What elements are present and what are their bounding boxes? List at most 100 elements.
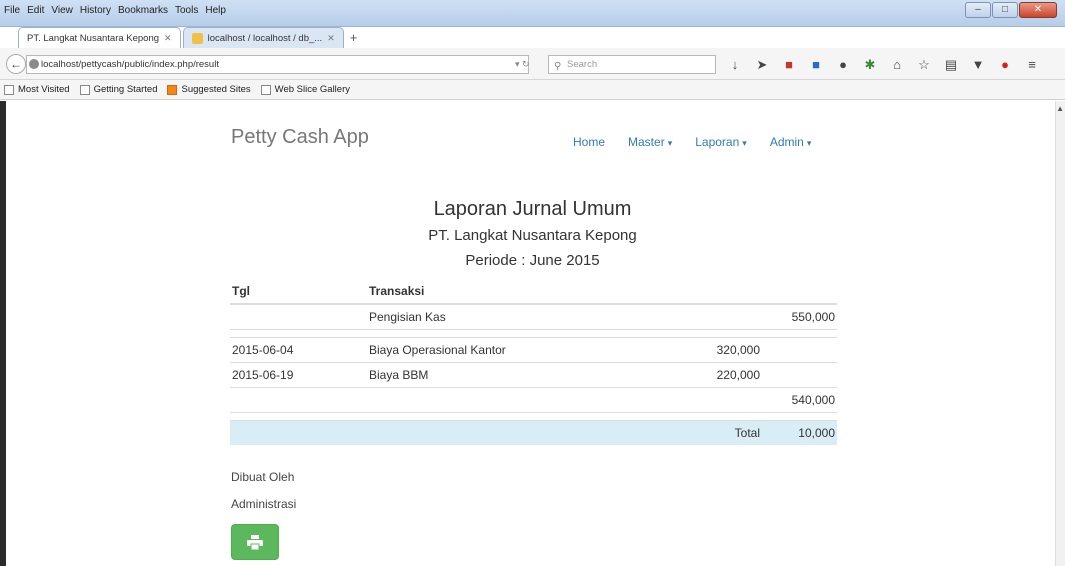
page-scrollbar[interactable] xyxy=(1055,101,1065,566)
bookmark-suggested-sites[interactable]: Suggested Sites xyxy=(167,84,251,95)
page-icon xyxy=(79,84,90,95)
new-tab-icon[interactable]: + xyxy=(350,30,358,48)
home-icon[interactable]: ⌂ xyxy=(890,57,904,73)
cell-kredit: 540,000 xyxy=(762,386,837,412)
tab-close-icon[interactable]: ✕ xyxy=(327,33,335,44)
menu-view[interactable]: View xyxy=(51,5,73,16)
bookmarks-menu-icon[interactable]: ▤ xyxy=(944,57,958,73)
bookmark-label: Suggested Sites xyxy=(181,84,251,95)
cell-debit: 220,000 xyxy=(692,361,762,387)
print-icon xyxy=(247,534,263,550)
maximize-button[interactable]: □ xyxy=(992,2,1018,18)
url-text: localhost/pettycash/public/index.php/res… xyxy=(41,59,219,70)
tab-close-icon[interactable]: ✕ xyxy=(164,33,172,44)
nav-laporan[interactable]: Laporan ▾ xyxy=(695,135,747,149)
cell-debit xyxy=(692,386,762,412)
tab-label: localhost / localhost / db_... xyxy=(207,32,323,44)
menu-edit[interactable]: Edit xyxy=(27,5,44,16)
column-header-tgl: Tgl xyxy=(230,278,367,305)
cell-debit: 320,000 xyxy=(692,336,762,362)
caret-down-icon: ▾ xyxy=(667,138,673,148)
table-spacer-row xyxy=(230,328,837,337)
page-icon xyxy=(260,84,271,95)
phpmyadmin-favicon-icon xyxy=(191,32,203,44)
nav-admin[interactable]: Admin ▾ xyxy=(770,135,812,149)
tab-strip: PT. Langkat Nusantara Kepong ✕ localhost… xyxy=(18,26,357,48)
reload-icon[interactable]: ▾ ↻ xyxy=(515,59,530,70)
bookmark-label: Most Visited xyxy=(18,84,70,95)
search-input[interactable]: ⚲ Search xyxy=(548,55,716,74)
menu-tools[interactable]: Tools xyxy=(175,5,198,16)
table-row: 2015-06-19 Biaya BBM 220,000 xyxy=(230,361,837,387)
caret-down-icon: ▾ xyxy=(806,138,812,148)
cell-transaksi: Pengisian Kas xyxy=(367,303,692,329)
cell-transaksi xyxy=(367,386,692,412)
menu-help[interactable]: Help xyxy=(205,5,226,16)
cell-tgl: 2015-06-04 xyxy=(230,336,367,362)
bookmark-label: Getting Started xyxy=(93,84,158,95)
addon-dark-icon[interactable]: ● xyxy=(836,57,850,73)
cell-kredit xyxy=(762,336,837,362)
column-header-transaksi: Transaksi xyxy=(367,278,692,305)
cell-tgl xyxy=(230,386,367,412)
nav-master[interactable]: Master ▾ xyxy=(628,135,672,149)
close-window-button[interactable]: ✕ xyxy=(1019,2,1057,18)
download-icon[interactable]: ↓ xyxy=(728,57,742,73)
cell-transaksi: Biaya BBM xyxy=(367,361,692,387)
menu-history[interactable]: History xyxy=(80,5,111,16)
cell-kredit xyxy=(762,361,837,387)
minimize-button[interactable]: – xyxy=(965,2,991,18)
browser-toolbar-icons: ↓ ➤ ■ ■ ● ✱ ⌂ ☆ ▤ ▼ ● ≡ xyxy=(728,57,1039,73)
bookmark-star-icon[interactable]: ☆ xyxy=(917,57,931,73)
cell-tgl: 2015-06-19 xyxy=(230,361,367,387)
report-period: Periode : June 2015 xyxy=(465,252,600,269)
bookmark-label: Web Slice Gallery xyxy=(274,84,350,95)
bookmark-getting-started[interactable]: Getting Started xyxy=(79,84,158,95)
addon-green-icon[interactable]: ✱ xyxy=(863,57,877,73)
bookmarks-bar: Most Visited Getting Started Suggested S… xyxy=(0,80,1065,100)
nav-label: Admin xyxy=(769,135,804,149)
spacer-cell xyxy=(367,328,692,337)
total-value: 10,000 xyxy=(762,419,837,445)
cell-transaksi: Biaya Operasional Kantor xyxy=(367,336,692,362)
cell-debit xyxy=(692,303,762,329)
back-button[interactable]: ← xyxy=(6,54,26,74)
menu-file[interactable]: File xyxy=(4,5,20,16)
total-empty-cell xyxy=(230,419,367,445)
spacer-cell xyxy=(230,411,367,420)
print-button[interactable] xyxy=(231,524,279,560)
table-row: 540,000 xyxy=(230,386,837,412)
send-icon[interactable]: ➤ xyxy=(755,57,769,73)
addon-record-icon[interactable]: ● xyxy=(998,57,1012,73)
window-titlebar: File Edit View History Bookmarks Tools H… xyxy=(0,0,1065,27)
cell-kredit: 550,000 xyxy=(762,303,837,329)
hamburger-menu-icon[interactable]: ≡ xyxy=(1025,57,1039,73)
report-title: Laporan Jurnal Umum xyxy=(433,198,632,220)
nav-home[interactable]: Home xyxy=(573,135,605,149)
column-header-debit xyxy=(692,278,762,305)
pocket-icon[interactable]: ▼ xyxy=(971,57,985,73)
tab-phpmyadmin[interactable]: localhost / localhost / db_... ✕ xyxy=(182,27,344,48)
addon-red-icon[interactable]: ■ xyxy=(782,57,796,73)
spacer-cell xyxy=(230,328,367,337)
report-company: PT. Langkat Nusantara Kepong xyxy=(428,227,637,244)
site-info-icon[interactable] xyxy=(29,59,39,69)
bookmark-web-slice-gallery[interactable]: Web Slice Gallery xyxy=(260,84,350,95)
menu-bookmarks[interactable]: Bookmarks xyxy=(118,5,168,16)
table-header-row: Tgl Transaksi xyxy=(230,278,837,305)
table-row: 2015-06-04 Biaya Operasional Kantor 320,… xyxy=(230,336,837,362)
url-bar[interactable]: localhost/pettycash/public/index.php/res… xyxy=(26,55,529,74)
column-header-kredit xyxy=(762,278,837,305)
bookmark-most-visited[interactable]: Most Visited xyxy=(4,84,70,95)
spacer-cell xyxy=(692,411,762,420)
window-controls: – □ ✕ xyxy=(965,2,1057,18)
scroll-up-icon[interactable]: ▲ xyxy=(1056,104,1064,113)
nav-label: Home xyxy=(573,135,606,149)
table-spacer-row xyxy=(230,411,837,420)
tab-label: PT. Langkat Nusantara Kepong xyxy=(27,32,160,44)
addon-blue-icon[interactable]: ■ xyxy=(809,57,823,73)
nav-label: Laporan xyxy=(695,135,740,149)
tab-petty-cash[interactable]: PT. Langkat Nusantara Kepong ✕ xyxy=(18,27,181,48)
search-icon: ⚲ xyxy=(554,61,562,72)
app-brand[interactable]: Petty Cash App xyxy=(231,126,369,149)
